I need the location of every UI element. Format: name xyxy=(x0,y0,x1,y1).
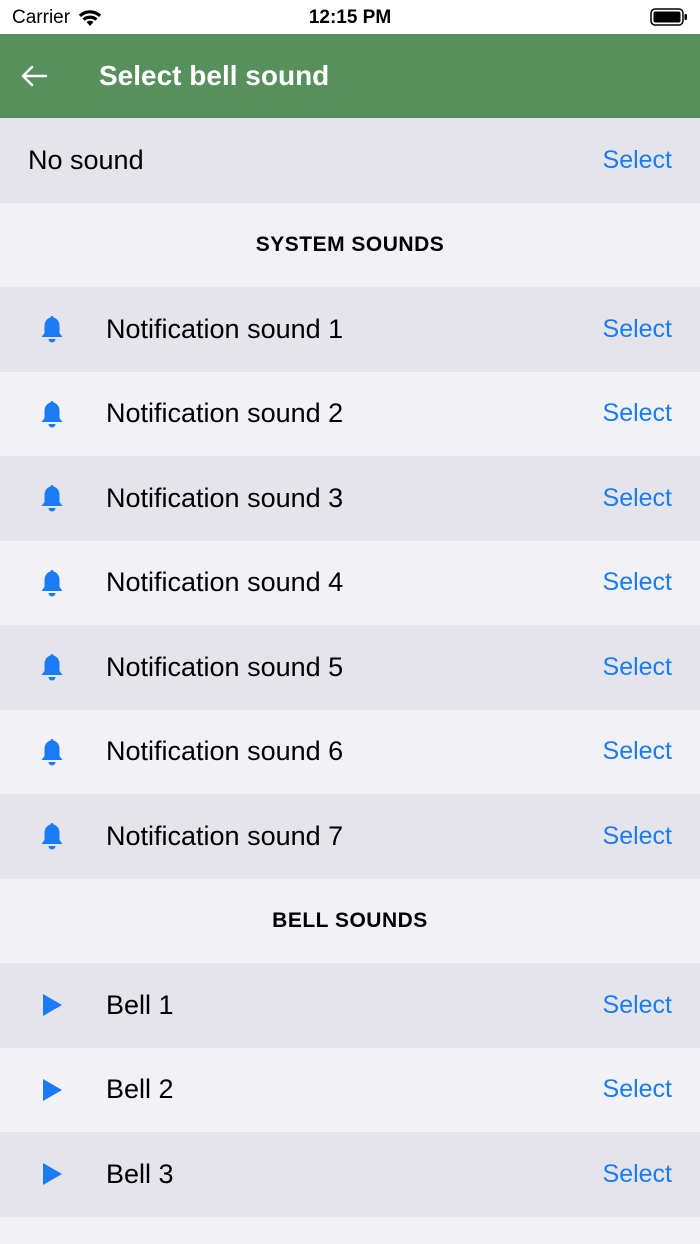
bell-icon xyxy=(34,734,70,770)
bell-icon xyxy=(34,480,70,516)
list-item: Notification sound 7 Select xyxy=(0,794,700,879)
play-icon[interactable] xyxy=(34,1156,70,1192)
list-item: Notification sound 6 Select xyxy=(0,709,700,794)
list-item: Bell 1 Select xyxy=(0,963,700,1048)
list-item-label: Notification sound 6 xyxy=(106,736,344,767)
select-button[interactable]: Select xyxy=(603,1075,672,1104)
list-item-label: Bell 1 xyxy=(106,989,174,1020)
list-item-label: Bell 3 xyxy=(106,1158,174,1189)
list-item-label: Notification sound 4 xyxy=(106,567,344,598)
select-button[interactable]: Select xyxy=(603,991,672,1020)
list-item-label: Notification sound 5 xyxy=(106,651,344,682)
select-button[interactable]: Select xyxy=(603,315,672,344)
bell-sounds-header: BELL SOUNDS xyxy=(0,878,700,963)
bell-icon xyxy=(34,396,70,432)
list-item: Notification sound 1 Select xyxy=(0,287,700,372)
list-item-label: Notification sound 7 xyxy=(106,820,344,851)
play-icon[interactable] xyxy=(34,987,70,1023)
no-sound-row: No sound Select xyxy=(0,118,700,203)
select-button[interactable]: Select xyxy=(603,568,672,597)
bell-icon xyxy=(34,818,70,854)
select-button[interactable]: Select xyxy=(603,737,672,766)
bell-icon xyxy=(34,649,70,685)
list-item: Notification sound 4 Select xyxy=(0,540,700,625)
battery-icon xyxy=(650,8,688,32)
list-item-label: Notification sound 3 xyxy=(106,482,344,513)
select-button[interactable]: Select xyxy=(603,399,672,428)
app-bar: Select bell sound xyxy=(0,34,700,118)
select-button[interactable]: Select xyxy=(603,653,672,682)
status-bar: Carrier 12:15 PM xyxy=(0,0,700,34)
arrow-left-icon xyxy=(21,65,48,87)
list-item: Notification sound 5 Select xyxy=(0,625,700,710)
list-item: Bell 2 Select xyxy=(0,1047,700,1132)
back-button[interactable] xyxy=(14,60,54,92)
list-item: Bell 3 Select xyxy=(0,1132,700,1217)
list-item: Notification sound 2 Select xyxy=(0,371,700,456)
bell-icon xyxy=(34,311,70,347)
list-item-label: Bell 2 xyxy=(106,1074,174,1105)
status-time: 12:15 PM xyxy=(308,7,392,28)
list-item: Notification sound 3 Select xyxy=(0,456,700,541)
no-sound-label: No sound xyxy=(28,144,144,175)
list-item-label: Notification sound 2 xyxy=(106,398,344,429)
select-button[interactable]: Select xyxy=(603,1160,672,1189)
select-button[interactable]: Select xyxy=(603,484,672,513)
system-sounds-header: SYSTEM SOUNDS xyxy=(0,202,700,287)
page-title: Select bell sound xyxy=(99,60,330,91)
select-button[interactable]: Select xyxy=(603,822,672,851)
list-item-label: Notification sound 1 xyxy=(106,313,344,344)
bell-icon xyxy=(34,565,70,601)
play-icon[interactable] xyxy=(34,1072,70,1108)
select-no-sound-button[interactable]: Select xyxy=(603,146,672,175)
bell-sounds-list: Bell 1 Select Bell 2 Select Bell 3 Select xyxy=(0,963,700,1217)
system-sounds-list: Notification sound 1 Select Notification s… xyxy=(0,287,700,879)
